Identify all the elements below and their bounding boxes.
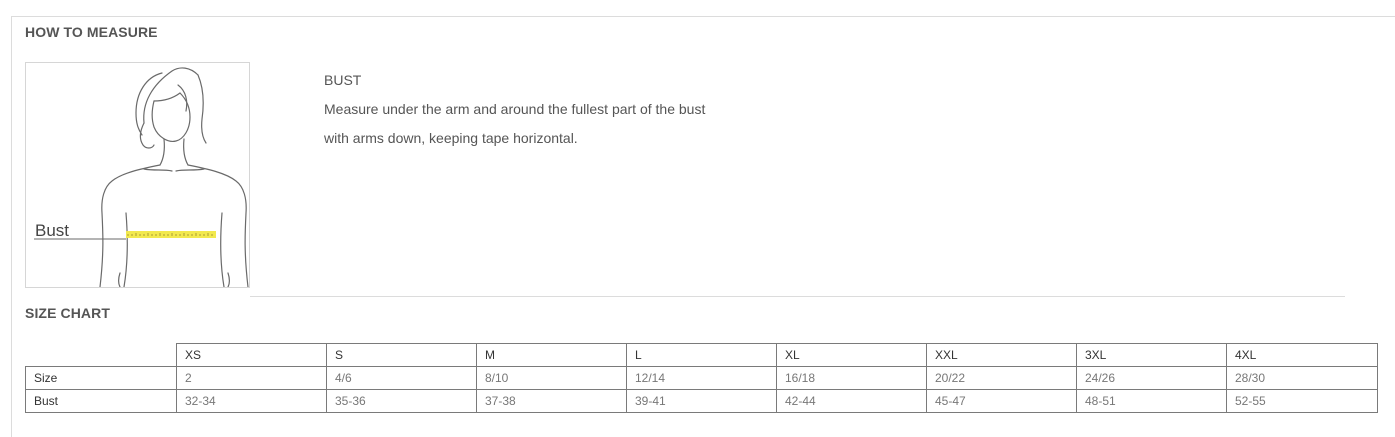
top-divider: [11, 16, 1395, 17]
table-cell: 24/26: [1076, 366, 1227, 390]
section-divider: [250, 296, 1345, 297]
table-row-size: Size 2 4/6 8/10 12/14 16/18 20/22 24/26 …: [25, 366, 1378, 390]
table-cell: 20/22: [926, 366, 1077, 390]
column-header-s: S: [326, 343, 477, 367]
table-cell: 48-51: [1076, 389, 1227, 413]
size-chart-title: SIZE CHART: [25, 305, 110, 321]
table-cell: 37-38: [476, 389, 627, 413]
table-cell: 4/6: [326, 366, 477, 390]
column-header-xxl: XXL: [926, 343, 1077, 367]
table-cell: 42-44: [776, 389, 927, 413]
measure-instruction-line-1: Measure under the arm and around the ful…: [324, 101, 706, 117]
size-chart-header-row: XS S M L XL XXL 3XL 4XL: [25, 343, 1378, 367]
table-cell: 8/10: [476, 366, 627, 390]
column-header-m: M: [476, 343, 627, 367]
table-cell: 2: [176, 366, 327, 390]
bust-measure-instructions: BUST Measure under the arm and around th…: [324, 66, 705, 153]
table-cell: 35-36: [326, 389, 477, 413]
left-divider: [11, 16, 12, 437]
measure-instruction-line-2: with arms down, keeping tape horizontal.: [324, 130, 578, 146]
table-cell: 52-55: [1226, 389, 1378, 413]
column-header-l: L: [626, 343, 777, 367]
column-header-xl: XL: [776, 343, 927, 367]
table-row-bust: Bust 32-34 35-36 37-38 39-41 42-44 45-47…: [25, 389, 1378, 413]
bust-measure-illustration: Bust: [25, 62, 250, 288]
table-cell: 16/18: [776, 366, 927, 390]
table-cell: 45-47: [926, 389, 1077, 413]
table-cell: 12/14: [626, 366, 777, 390]
table-cell: 28/30: [1226, 366, 1378, 390]
table-cell: 32-34: [176, 389, 327, 413]
header-corner-cell: [25, 343, 177, 367]
column-header-3xl: 3XL: [1076, 343, 1227, 367]
column-header-4xl: 4XL: [1226, 343, 1378, 367]
size-guide-page: HOW TO MEASURE Bust BUST Measure under t…: [0, 0, 1395, 437]
row-label-size: Size: [25, 366, 177, 390]
size-chart-table: XS S M L XL XXL 3XL 4XL Size 2 4/6 8/10 …: [25, 343, 1378, 413]
table-cell: 39-41: [626, 389, 777, 413]
row-label-bust: Bust: [25, 389, 177, 413]
how-to-measure-title: HOW TO MEASURE: [25, 24, 158, 40]
bust-figure-label: Bust: [35, 221, 69, 240]
measure-heading: BUST: [324, 72, 362, 88]
female-figure-icon: Bust: [34, 67, 249, 287]
column-header-xs: XS: [176, 343, 327, 367]
